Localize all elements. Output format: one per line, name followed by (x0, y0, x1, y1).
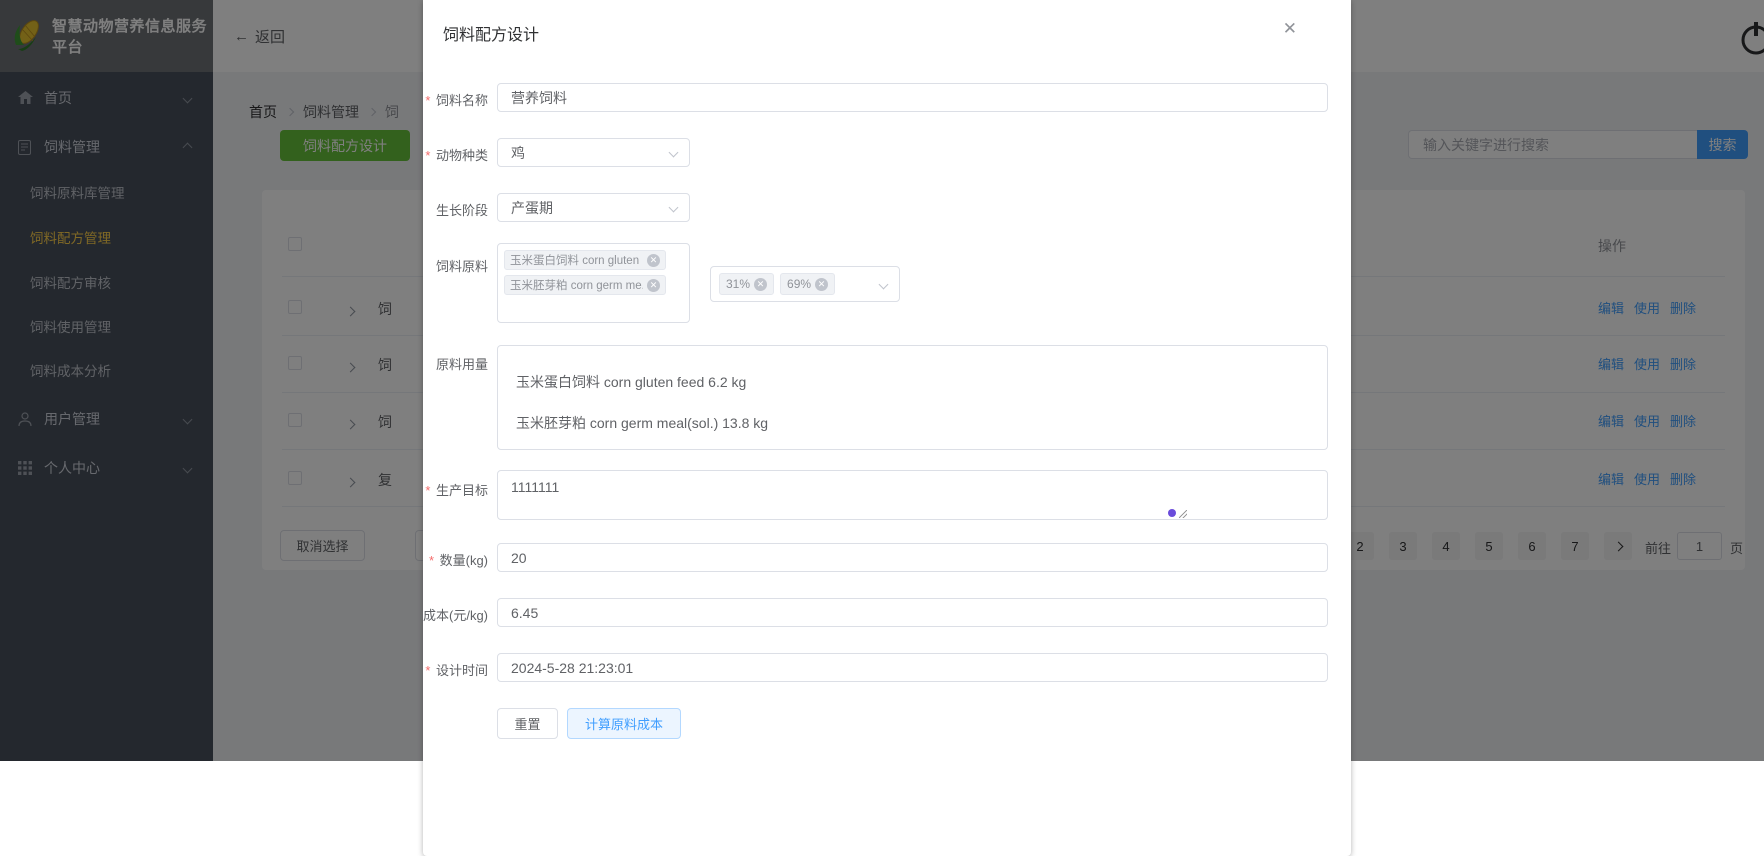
animal-species-select[interactable]: 鸡 (497, 138, 690, 167)
animal-species-label: 动物种类 (423, 145, 488, 164)
resize-grip-icon[interactable] (1179, 510, 1187, 518)
feed-name-input[interactable] (497, 83, 1328, 112)
usage-display-box: 玉米蛋白饲料 corn gluten feed 6.2 kg 玉米胚芽粕 cor… (497, 345, 1328, 450)
usage-label: 原料用量 (435, 357, 488, 372)
feed-name-label: 饲料名称 (423, 90, 488, 109)
extension-dot-icon (1168, 509, 1176, 517)
remove-tag-icon[interactable]: ✕ (815, 277, 829, 291)
ingredient-tag: 玉米蛋白饲料 corn gluten ... ✕ (504, 250, 666, 270)
cost-input[interactable] (497, 598, 1328, 627)
remove-tag-icon[interactable]: ✕ (754, 277, 768, 291)
dialog-title: 饲料配方设计 (443, 27, 540, 44)
cost-label: 成本(元/kg) (423, 608, 489, 623)
remove-tag-icon[interactable]: ✕ (647, 253, 660, 267)
production-target-label: 生产目标 (423, 480, 488, 499)
ratio-tag: 31% ✕ (719, 273, 775, 295)
design-time-label: 设计时间 (423, 660, 488, 679)
ingredient-tag: 玉米胚芽粕 corn germ me... ✕ (504, 275, 666, 295)
quantity-input[interactable] (497, 543, 1328, 572)
ingredients-multiselect[interactable]: 玉米蛋白饲料 corn gluten ... ✕ 玉米胚芽粕 corn germ… (497, 243, 690, 323)
close-icon[interactable]: ✕ (1283, 20, 1297, 37)
calculate-cost-button[interactable]: 计算原料成本 (567, 708, 681, 739)
ingredients-label: 饲料原料 (435, 259, 488, 274)
production-target-textarea[interactable]: 1111111 (497, 470, 1328, 520)
chevron-down-icon (878, 279, 889, 289)
screen: 智慧动物营养信息服务平台 ← 返回 首页 (0, 0, 1764, 856)
growth-stage-label: 生长阶段 (435, 203, 488, 218)
remove-tag-icon[interactable]: ✕ (647, 278, 660, 292)
usage-line: 玉米蛋白饲料 corn gluten feed 6.2 kg (516, 374, 747, 390)
reset-button[interactable]: 重置 (497, 708, 558, 739)
feed-formula-design-dialog: 饲料配方设计 ✕ 饲料名称 动物种类 鸡 生长阶段 产蛋期 饲料原料 (423, 0, 1351, 856)
chevron-down-icon (668, 147, 679, 158)
quantity-label: 数量(kg) (423, 550, 488, 569)
usage-line: 玉米胚芽粕 corn germ meal(sol.) 13.8 kg (516, 415, 769, 431)
chevron-down-icon (668, 202, 679, 213)
ratio-tag: 69% ✕ (780, 273, 836, 295)
ratio-multiselect[interactable]: 31% ✕ 69% ✕ (710, 266, 900, 302)
growth-stage-select[interactable]: 产蛋期 (497, 193, 690, 222)
design-time-input[interactable] (497, 653, 1328, 682)
